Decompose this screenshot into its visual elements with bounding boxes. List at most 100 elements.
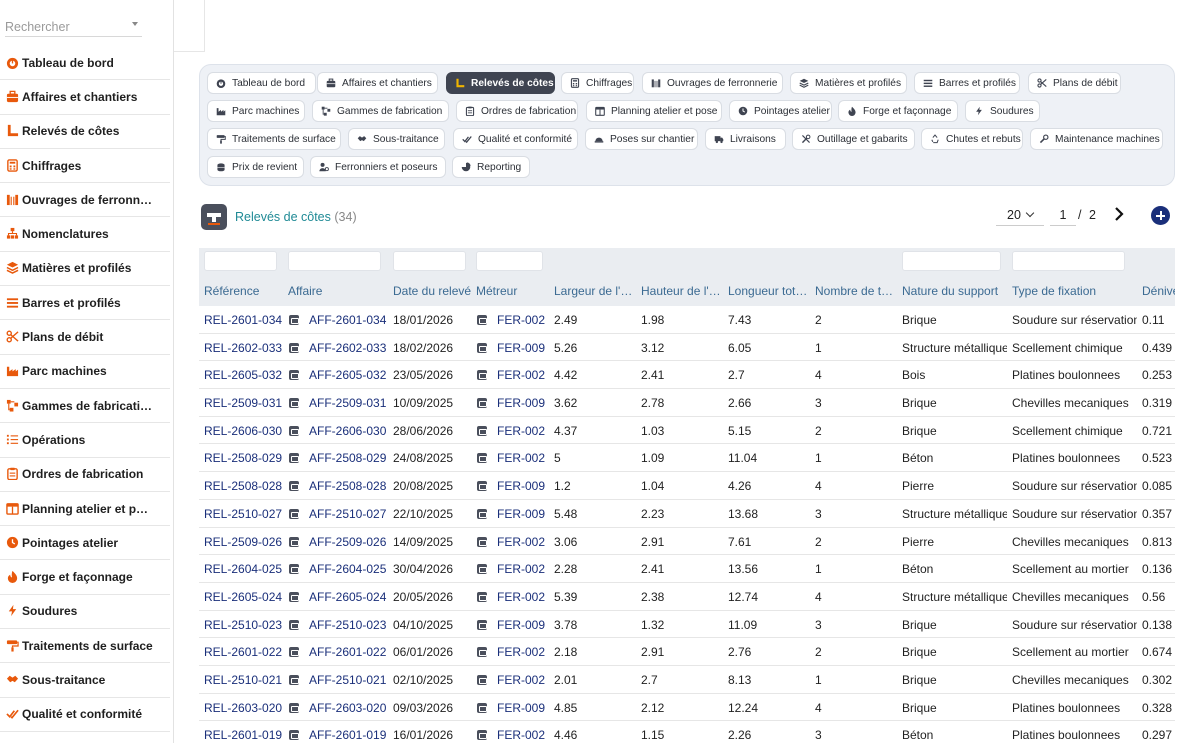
table-cell-link[interactable]: REL-2510-021 <box>204 673 286 687</box>
table-cell-link[interactable]: REL-2605-032 <box>204 368 286 382</box>
module-chip[interactable]: Gammes de fabrication <box>312 100 449 122</box>
module-chip[interactable]: Parc machines <box>207 100 305 122</box>
sidebar-search[interactable] <box>5 17 142 37</box>
table-cell-link[interactable]: FER-009 <box>497 479 551 493</box>
add-record-button[interactable] <box>1151 206 1170 225</box>
sidebar-item[interactable]: Affaires et chantiers <box>0 80 170 115</box>
column-filter-input[interactable] <box>476 251 543 271</box>
sidebar-item[interactable]: Relevés de côtes <box>0 115 170 149</box>
table-cell-link[interactable]: REL-2601-034 <box>204 313 286 327</box>
table-cell-link[interactable]: FER-002 <box>497 673 551 687</box>
sidebar-item[interactable]: Matières et profilés <box>0 252 170 287</box>
table-cell-link[interactable]: AFF-2601-019 <box>309 728 388 742</box>
table-cell-link[interactable]: AFF-2605-024 <box>309 590 388 604</box>
table-cell-link[interactable]: FER-009 <box>497 341 551 355</box>
module-chip[interactable]: Prix de revient <box>207 156 304 178</box>
table-cell-link[interactable]: FER-002 <box>497 728 551 742</box>
sidebar-item[interactable]: Gammes de fabricati… <box>0 389 170 424</box>
column-header[interactable]: Nature du support <box>902 284 1007 298</box>
table-cell-link[interactable]: REL-2603-020 <box>204 701 286 715</box>
column-filter-input[interactable] <box>1012 251 1125 271</box>
module-chip[interactable]: Relevés de côtes <box>446 72 555 94</box>
module-chip[interactable]: Ferronniers et poseurs <box>310 156 446 178</box>
sidebar-item[interactable]: Parc machines <box>0 355 170 389</box>
table-cell-link[interactable]: AFF-2509-026 <box>309 535 388 549</box>
column-header[interactable]: Affaire <box>288 284 388 298</box>
sidebar-item[interactable]: Sous-traitance <box>0 663 170 698</box>
table-row[interactable]: REL-2509-026 AFF-2509-026 14/09/2025 FER-00… <box>199 528 1175 556</box>
table-cell-link[interactable]: REL-2509-031 <box>204 396 286 410</box>
sidebar-item[interactable]: Tableau de bord <box>0 46 170 81</box>
table-row[interactable]: REL-2605-032 AFF-2605-032 23/05/2026 FER-00… <box>199 361 1175 390</box>
table-row[interactable]: REL-2509-031 AFF-2509-031 10/09/2025 FER-00… <box>199 389 1175 417</box>
sidebar-item[interactable]: Plans de débit <box>0 320 170 355</box>
table-row[interactable]: REL-2510-021 AFF-2510-021 02/10/2025 FER-00… <box>199 666 1175 694</box>
table-row[interactable]: REL-2510-023 AFF-2510-023 04/10/2025 FER-00… <box>199 611 1175 639</box>
table-row[interactable]: REL-2603-020 AFF-2603-020 09/03/2026 FER-00… <box>199 694 1175 722</box>
page-current-input[interactable]: 1 <box>1050 204 1076 226</box>
table-cell-link[interactable]: FER-009 <box>497 701 551 715</box>
table-cell-link[interactable]: AFF-2603-020 <box>309 701 388 715</box>
sidebar-item[interactable]: Planning atelier et p… <box>0 492 170 527</box>
table-row[interactable]: REL-2601-034 AFF-2601-034 18/01/2026 FER-00… <box>199 306 1175 334</box>
sidebar-item[interactable]: Pointages atelier <box>0 526 170 561</box>
table-cell-link[interactable]: REL-2604-025 <box>204 562 286 576</box>
table-cell-link[interactable]: AFF-2510-021 <box>309 673 388 687</box>
column-header[interactable]: Largeur de l'… <box>554 284 634 298</box>
column-filter-input[interactable] <box>902 251 1001 271</box>
table-cell-link[interactable]: AFF-2604-025 <box>309 562 388 576</box>
table-cell-link[interactable]: AFF-2601-034 <box>309 313 388 327</box>
sidebar-item[interactable]: Opérations <box>0 423 170 458</box>
search-input[interactable] <box>5 17 125 36</box>
table-cell-link[interactable]: FER-009 <box>497 618 551 632</box>
table-row[interactable]: REL-2508-029 AFF-2508-029 24/08/2025 FER-00… <box>199 444 1175 473</box>
table-cell-link[interactable]: REL-2508-028 <box>204 479 286 493</box>
column-header[interactable]: Métreur <box>476 284 551 298</box>
module-chip[interactable]: Affaires et chantiers <box>317 72 438 94</box>
sidebar-item[interactable]: Soudures <box>0 595 170 630</box>
sidebar-item[interactable]: Forge et façonnage <box>0 560 170 595</box>
column-filter-input[interactable] <box>204 251 277 271</box>
table-row[interactable]: REL-2601-022 AFF-2601-022 06/01/2026 FER-00… <box>199 638 1175 666</box>
column-header[interactable]: Date du relevé <box>393 284 473 298</box>
column-header[interactable]: Référence <box>204 284 286 298</box>
table-cell-link[interactable]: AFF-2510-023 <box>309 618 388 632</box>
table-cell-link[interactable]: FER-002 <box>497 562 551 576</box>
module-chip[interactable]: Matières et profilés <box>790 72 907 94</box>
sidebar-item[interactable]: Nomenclatures <box>0 217 170 252</box>
module-chip[interactable]: Outillage et gabarits <box>792 128 915 150</box>
table-row[interactable]: REL-2604-025 AFF-2604-025 30/04/2026 FER-00… <box>199 555 1175 583</box>
table-cell-link[interactable]: FER-002 <box>497 645 551 659</box>
table-cell-link[interactable]: REL-2510-023 <box>204 618 286 632</box>
module-chip[interactable]: Ouvrages de ferronnerie <box>642 72 783 94</box>
column-header[interactable]: Nombre de t… <box>815 284 895 298</box>
table-cell-link[interactable]: REL-2601-022 <box>204 645 286 659</box>
table-cell-link[interactable]: FER-002 <box>497 535 551 549</box>
module-chip[interactable]: Traitements de surface <box>207 128 341 150</box>
table-row[interactable]: REL-2510-027 AFF-2510-027 22/10/2025 FER-00… <box>199 500 1175 528</box>
table-cell-link[interactable]: AFF-2508-029 <box>309 451 388 465</box>
table-cell-link[interactable]: REL-2605-024 <box>204 590 286 604</box>
module-chip[interactable]: Qualité et conformité <box>453 128 578 150</box>
table-cell-link[interactable]: REL-2606-030 <box>204 424 286 438</box>
table-cell-link[interactable]: REL-2508-029 <box>204 451 286 465</box>
table-row[interactable]: REL-2605-024 AFF-2605-024 20/05/2026 FER-00… <box>199 583 1175 611</box>
module-chip[interactable]: Maintenance machines <box>1030 128 1163 150</box>
module-chip[interactable]: Reporting <box>452 156 530 178</box>
table-row[interactable]: REL-2602-033 AFF-2602-033 18/02/2026 FER-00… <box>199 334 1175 362</box>
module-chip[interactable]: Chiffrages <box>561 72 634 94</box>
chevron-down-icon[interactable] <box>132 22 138 26</box>
module-chip[interactable]: Pointages atelier <box>729 100 832 122</box>
module-chip[interactable]: Soudures <box>965 100 1040 122</box>
column-filter-input[interactable] <box>393 251 466 271</box>
table-cell-link[interactable]: AFF-2605-032 <box>309 368 388 382</box>
column-header[interactable]: Hauteur de l'… <box>641 284 721 298</box>
table-cell-link[interactable]: FER-002 <box>497 368 551 382</box>
sidebar-item[interactable]: Ordres de fabrication <box>0 458 170 492</box>
module-chip[interactable]: Livraisons <box>705 128 786 150</box>
column-header[interactable]: Dénive <box>1142 284 1175 298</box>
table-cell-link[interactable]: AFF-2601-022 <box>309 645 388 659</box>
table-cell-link[interactable]: REL-2510-027 <box>204 507 286 521</box>
table-cell-link[interactable]: REL-2602-033 <box>204 341 286 355</box>
column-header[interactable]: Longueur tot… <box>728 284 808 298</box>
